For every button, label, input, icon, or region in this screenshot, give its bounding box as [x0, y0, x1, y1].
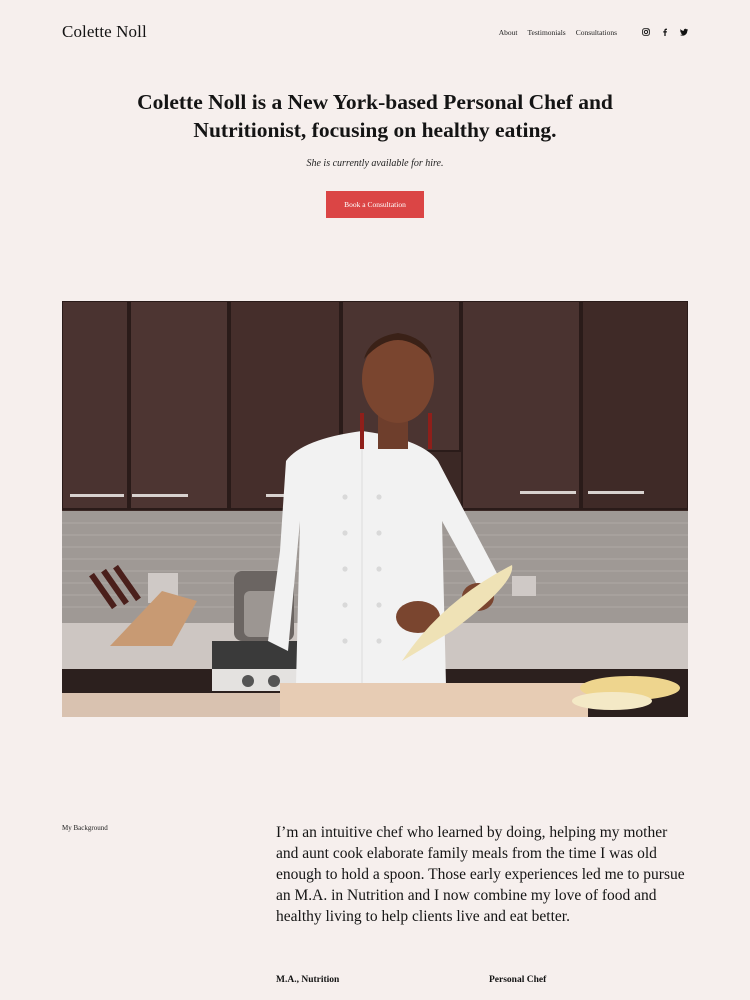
site-header: Colette Noll About Testimonials Consulta… — [62, 20, 688, 44]
social-links — [631, 28, 688, 37]
chef-kitchen-illustration — [62, 301, 688, 717]
instagram-icon[interactable] — [641, 28, 650, 37]
credential-personal-chef: Personal Chef — [489, 975, 547, 985]
nav-link-testimonials[interactable]: Testimonials — [528, 28, 566, 37]
twitter-icon[interactable] — [679, 28, 688, 37]
hero-photo-chef-in-kitchen — [62, 301, 688, 717]
book-consultation-button[interactable]: Book a Consultation — [326, 191, 424, 218]
nav-link-consultations[interactable]: Consultations — [576, 28, 617, 37]
site-logo[interactable]: Colette Noll — [62, 22, 147, 42]
hero-title: Colette Noll is a New York-based Persona… — [137, 90, 613, 142]
bio-paragraph: I’m an intuitive chef who learned by doi… — [276, 824, 685, 925]
main-nav: About Testimonials Consultations — [489, 28, 688, 37]
section-label-my-background: My Background — [62, 824, 108, 832]
hero-subtitle: She is currently available for hire. — [306, 158, 444, 169]
facebook-icon[interactable] — [660, 28, 669, 37]
credential-nutrition: M.A., Nutrition — [276, 975, 340, 985]
nav-link-about[interactable]: About — [499, 28, 518, 37]
